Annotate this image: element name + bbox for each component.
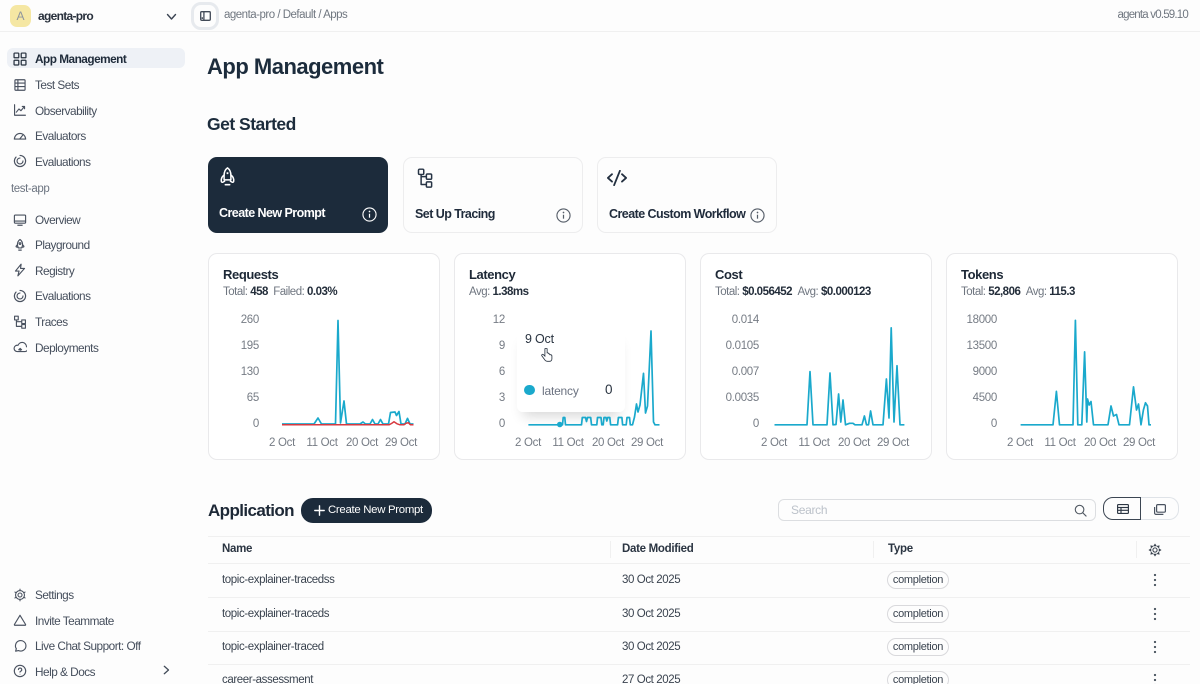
svg-text:11 Oct: 11 Oct bbox=[798, 437, 830, 449]
svg-text:2 Oct: 2 Oct bbox=[269, 437, 296, 449]
svg-text:2 Oct: 2 Oct bbox=[761, 437, 788, 449]
svg-text:0.014: 0.014 bbox=[732, 314, 760, 326]
svg-text:2 Oct: 2 Oct bbox=[1007, 437, 1034, 449]
svg-text:0.0105: 0.0105 bbox=[726, 340, 759, 352]
svg-text:13500: 13500 bbox=[967, 340, 997, 352]
svg-text:12: 12 bbox=[493, 314, 505, 326]
svg-text:20 Oct: 20 Oct bbox=[838, 437, 871, 449]
svg-text:29 Oct: 29 Oct bbox=[385, 437, 418, 449]
svg-text:9: 9 bbox=[499, 340, 505, 352]
svg-text:20 Oct: 20 Oct bbox=[1084, 437, 1117, 449]
svg-text:0: 0 bbox=[753, 418, 759, 430]
svg-text:29 Oct: 29 Oct bbox=[631, 437, 664, 449]
svg-text:18000: 18000 bbox=[967, 314, 997, 326]
svg-text:6: 6 bbox=[499, 366, 505, 378]
svg-text:195: 195 bbox=[241, 340, 259, 352]
svg-text:11 Oct: 11 Oct bbox=[1044, 437, 1076, 449]
svg-text:0: 0 bbox=[499, 418, 505, 430]
svg-text:130: 130 bbox=[241, 366, 259, 378]
svg-text:11 Oct: 11 Oct bbox=[306, 437, 338, 449]
svg-text:11 Oct: 11 Oct bbox=[552, 437, 584, 449]
svg-text:29 Oct: 29 Oct bbox=[877, 437, 910, 449]
svg-text:3: 3 bbox=[499, 392, 505, 404]
svg-text:260: 260 bbox=[241, 314, 259, 326]
svg-text:20 Oct: 20 Oct bbox=[592, 437, 625, 449]
svg-text:4500: 4500 bbox=[973, 392, 997, 404]
svg-text:0.0035: 0.0035 bbox=[726, 392, 759, 404]
svg-text:0.007: 0.007 bbox=[732, 366, 759, 378]
svg-text:20 Oct: 20 Oct bbox=[346, 437, 379, 449]
svg-text:2 Oct: 2 Oct bbox=[515, 437, 542, 449]
svg-text:0: 0 bbox=[991, 418, 997, 430]
svg-text:9000: 9000 bbox=[973, 366, 997, 378]
svg-text:0: 0 bbox=[253, 418, 259, 430]
svg-text:65: 65 bbox=[247, 392, 259, 404]
svg-text:29 Oct: 29 Oct bbox=[1123, 437, 1156, 449]
